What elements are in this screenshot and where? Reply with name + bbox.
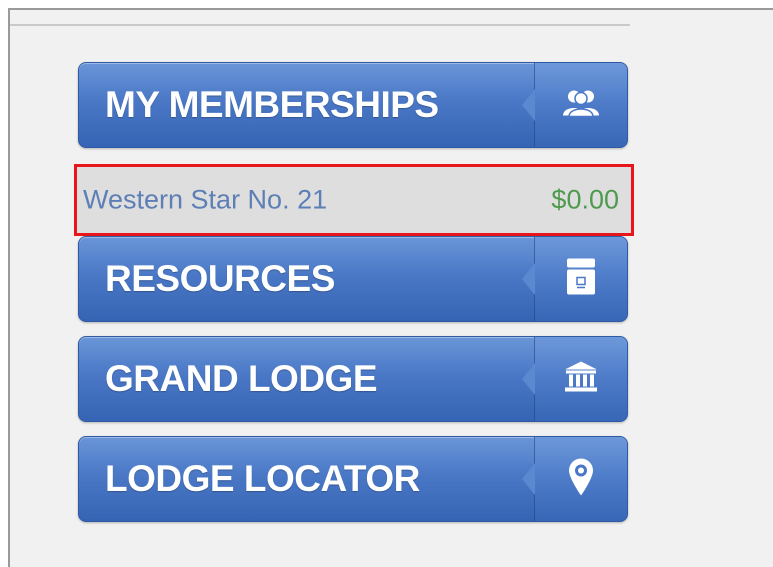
lodge-locator-icon-box — [522, 437, 627, 521]
archive-box-icon — [564, 257, 598, 302]
grand-lodge-icon-box — [522, 337, 627, 421]
grand-lodge-label: GRAND LODGE — [105, 358, 378, 399]
membership-balance: $0.00 — [551, 184, 619, 215]
temple-icon — [563, 360, 599, 399]
my-memberships-button[interactable]: MY MEMBERSHIPS — [78, 62, 628, 148]
notch — [522, 363, 535, 395]
lodge-locator-label: LODGE LOCATOR — [105, 458, 420, 499]
membership-entry-row[interactable]: Western Star No. 21 $0.00 — [74, 164, 634, 236]
map-pin-icon — [566, 457, 596, 502]
top-divider — [10, 24, 630, 26]
notch — [522, 263, 535, 295]
notch — [522, 463, 535, 495]
resources-icon-box — [522, 237, 627, 321]
lodge-locator-button[interactable]: LODGE LOCATOR — [78, 436, 628, 522]
resources-button[interactable]: RESOURCES — [78, 236, 628, 322]
content-panel: MY MEMBERSHIPS Western Star No. 21 $0.00… — [8, 8, 773, 567]
lodge-name: Western Star No. 21 — [83, 184, 328, 215]
grand-lodge-button[interactable]: GRAND LODGE — [78, 336, 628, 422]
users-icon — [561, 88, 601, 123]
my-memberships-label: MY MEMBERSHIPS — [105, 84, 439, 125]
resources-label: RESOURCES — [105, 258, 335, 299]
notch — [522, 89, 535, 121]
my-memberships-icon-box — [522, 63, 627, 147]
